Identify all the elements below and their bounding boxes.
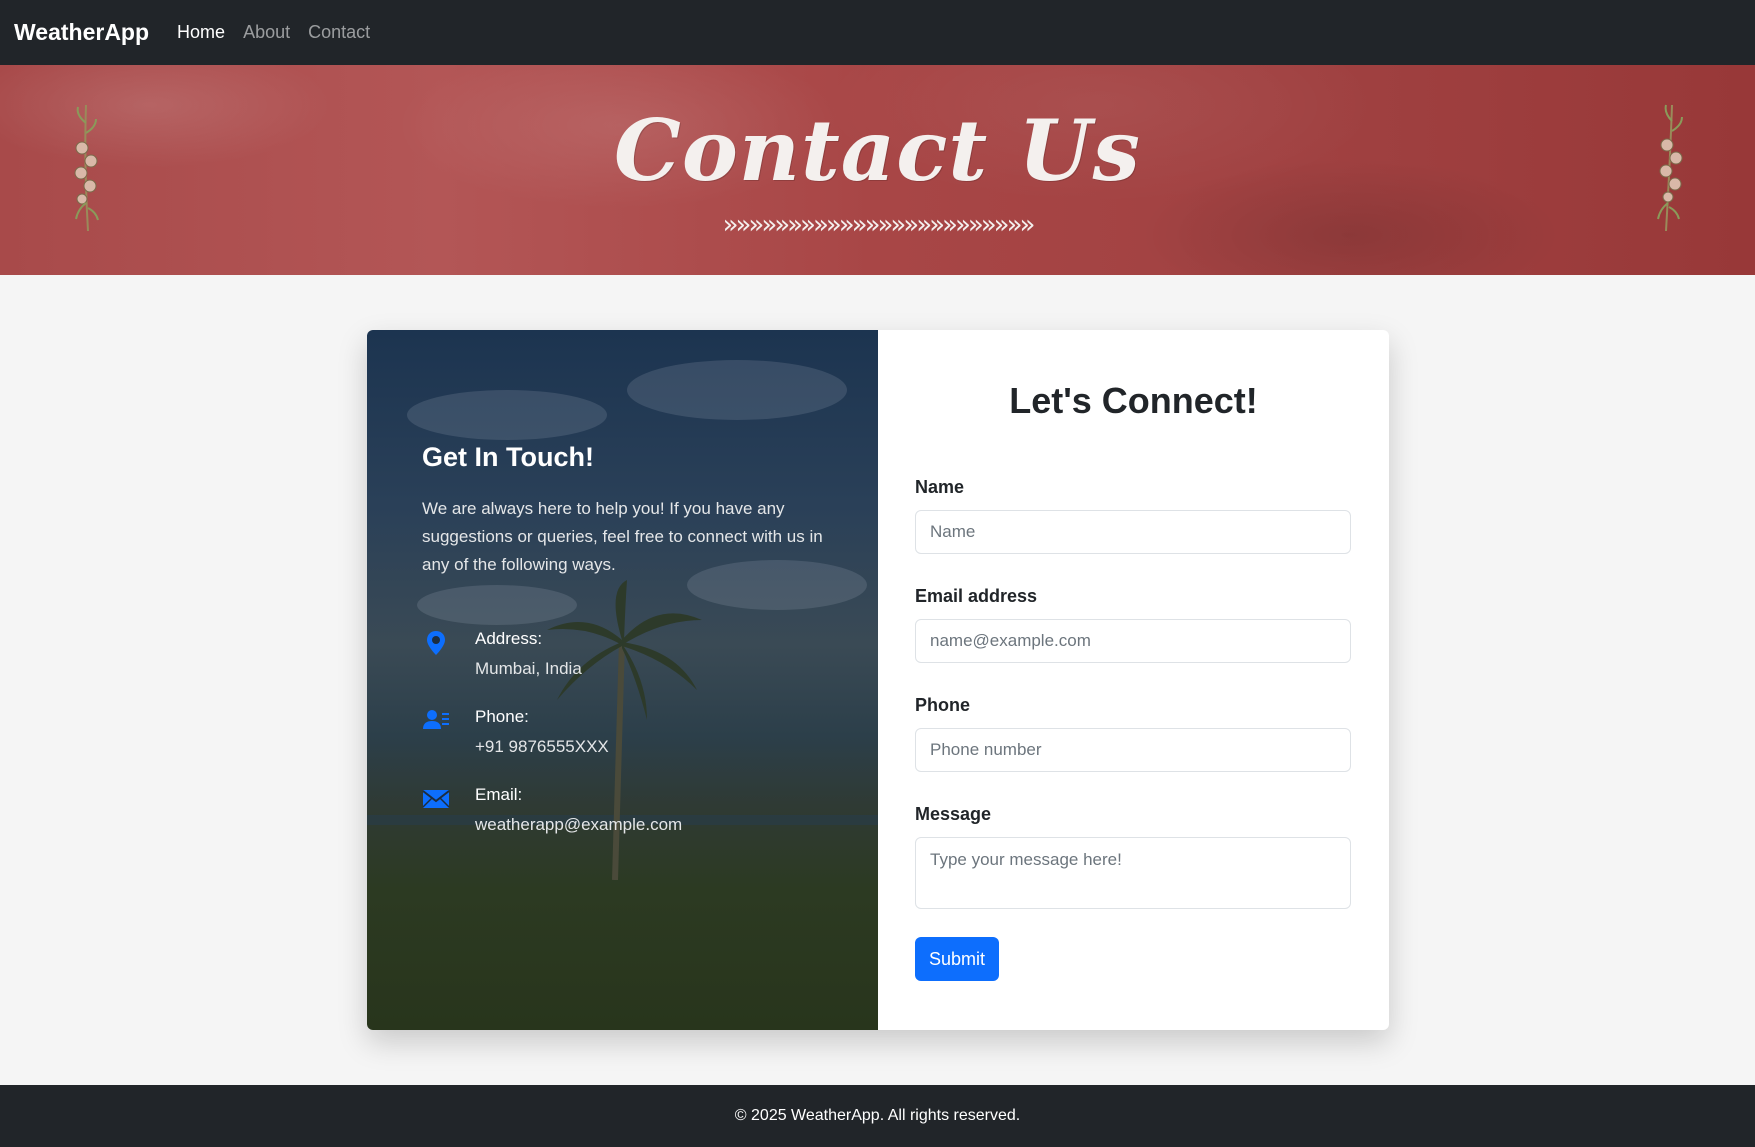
- contact-row-phone: Phone: +91 9876555XXX: [422, 707, 832, 757]
- contact-row-address: Address: Mumbai, India: [422, 629, 832, 679]
- phone-input[interactable]: [915, 728, 1351, 772]
- brand-logo[interactable]: WeatherApp: [14, 19, 149, 46]
- form-title: Let's Connect!: [1009, 380, 1258, 421]
- contact-form: Name Email address Phone Message Submit: [915, 477, 1352, 981]
- message-textarea[interactable]: [915, 837, 1351, 909]
- footer-copyright: © 2025 WeatherApp. All rights reserved.: [734, 1107, 1021, 1124]
- nav-link-contact[interactable]: Contact: [308, 22, 370, 43]
- nav-link-about[interactable]: About: [243, 22, 290, 43]
- contact-card-icon: [423, 710, 449, 729]
- page-title: Contact Us: [614, 101, 1141, 200]
- contact-card: Get In Touch! We are always here to help…: [367, 330, 1389, 1030]
- navbar: WeatherApp Home About Contact: [0, 0, 1755, 65]
- phone-label: Phone:: [475, 707, 529, 726]
- email-input[interactable]: [915, 619, 1351, 663]
- cloud-decoration: [407, 390, 607, 440]
- submit-button[interactable]: Submit: [915, 937, 1000, 981]
- info-description: We are always here to help you! If you h…: [422, 499, 823, 574]
- phone-field-label: Phone: [915, 695, 971, 715]
- email-label: Email:: [475, 785, 523, 804]
- address-label: Address:: [475, 629, 543, 648]
- email-field-label: Email address: [915, 586, 1038, 606]
- hero-banner: Contact Us »»»»»»»»»»»»»»»»»»»»»»»»: [0, 65, 1755, 275]
- contact-info-content: Get In Touch! We are always here to help…: [422, 442, 832, 863]
- chevron-divider-icon: »»»»»»»»»»»»»»»»»»»»»»»»: [722, 210, 1036, 240]
- message-field-label: Message: [915, 804, 992, 824]
- nav-link-home[interactable]: Home: [177, 22, 225, 43]
- contact-form-panel: Let's Connect! Name Email address Phone …: [878, 330, 1389, 1030]
- cloud-decoration: [627, 360, 847, 420]
- address-value: Mumbai, India: [475, 659, 582, 678]
- map-pin-icon: [427, 631, 445, 655]
- email-value: weatherapp@example.com: [475, 815, 683, 834]
- name-input[interactable]: [915, 510, 1351, 554]
- phone-value: +91 9876555XXX: [475, 737, 609, 756]
- name-field-label: Name: [915, 477, 965, 497]
- contact-info-panel: Get In Touch! We are always here to help…: [367, 330, 878, 1030]
- info-title: Get In Touch!: [422, 442, 594, 472]
- footer: © 2025 WeatherApp. All rights reserved.: [0, 1085, 1755, 1147]
- envelope-icon: [422, 790, 450, 808]
- contact-row-email: Email: weatherapp@example.com: [422, 785, 832, 835]
